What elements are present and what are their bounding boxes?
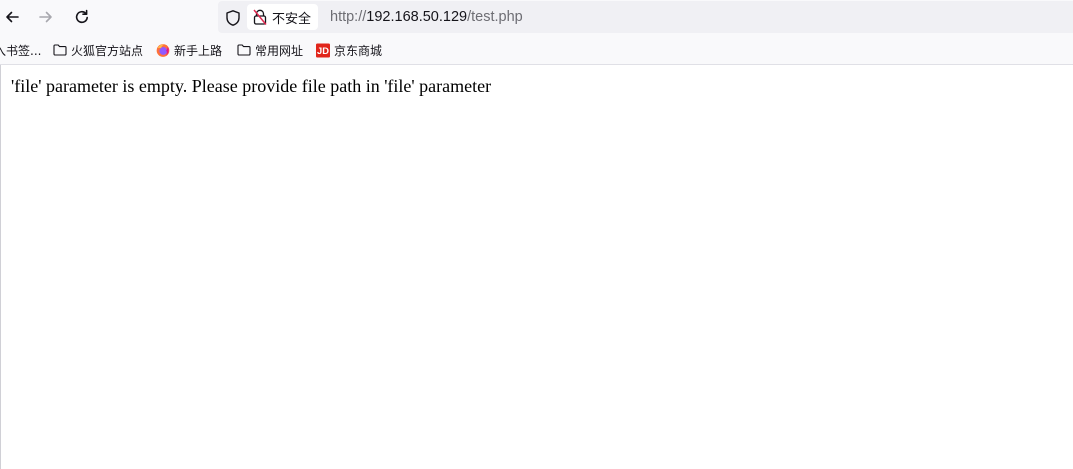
bookmark-label: 入书签... <box>0 43 42 58</box>
error-message: 'file' parameter is empty. Please provid… <box>11 76 492 96</box>
jd-icon: JD <box>316 43 330 57</box>
bookmark-label: 常用网址 <box>255 43 304 58</box>
shield-icon[interactable] <box>224 9 242 27</box>
bookmark-jd-mall[interactable]: JD 京东商城 <box>316 41 382 59</box>
bookmarks-toolbar: 入书签... 火狐官方站点 新手上路 常用网址 JD 京东商城 <box>0 34 1073 65</box>
bookmark-firefox-official[interactable]: 火狐官方站点 <box>53 41 143 59</box>
forward-button[interactable] <box>34 5 58 29</box>
firefox-icon <box>156 43 170 57</box>
reload-icon <box>75 9 88 24</box>
security-label: 不安全 <box>272 11 312 27</box>
bookmark-label: 新手上路 <box>174 43 223 58</box>
bookmark-getting-started[interactable]: 新手上路 <box>156 41 222 59</box>
url-text[interactable]: http://192.168.50.129/test.php <box>330 9 523 25</box>
reload-button[interactable] <box>70 5 94 29</box>
url-scheme: http:// <box>330 9 367 25</box>
url-host: 192.168.50.129 <box>366 9 468 25</box>
url-path: /test.php <box>467 9 523 25</box>
arrow-right-icon <box>39 11 52 23</box>
bookmark-label: 火狐官方站点 <box>71 43 144 58</box>
connection-security-indicator[interactable]: 不安全 <box>247 4 319 30</box>
address-bar[interactable]: 不安全 http://192.168.50.129/test.php <box>218 1 1073 33</box>
folder-icon <box>237 43 251 57</box>
page-content: 'file' parameter is empty. Please provid… <box>0 65 1073 469</box>
bookmark-common-sites[interactable]: 常用网址 <box>237 41 303 59</box>
bookmark-import[interactable]: 入书签... <box>0 41 41 59</box>
folder-icon <box>53 43 67 57</box>
back-button[interactable] <box>0 5 24 29</box>
browser-window: 不安全 http://192.168.50.129/test.php 入书签..… <box>0 0 1073 469</box>
insecure-lock-icon <box>253 9 267 25</box>
navigation-toolbar: 不安全 http://192.168.50.129/test.php <box>0 0 1073 34</box>
arrow-left-icon <box>6 11 19 23</box>
bookmark-label: 京东商城 <box>334 43 383 58</box>
svg-text:JD: JD <box>317 46 329 56</box>
